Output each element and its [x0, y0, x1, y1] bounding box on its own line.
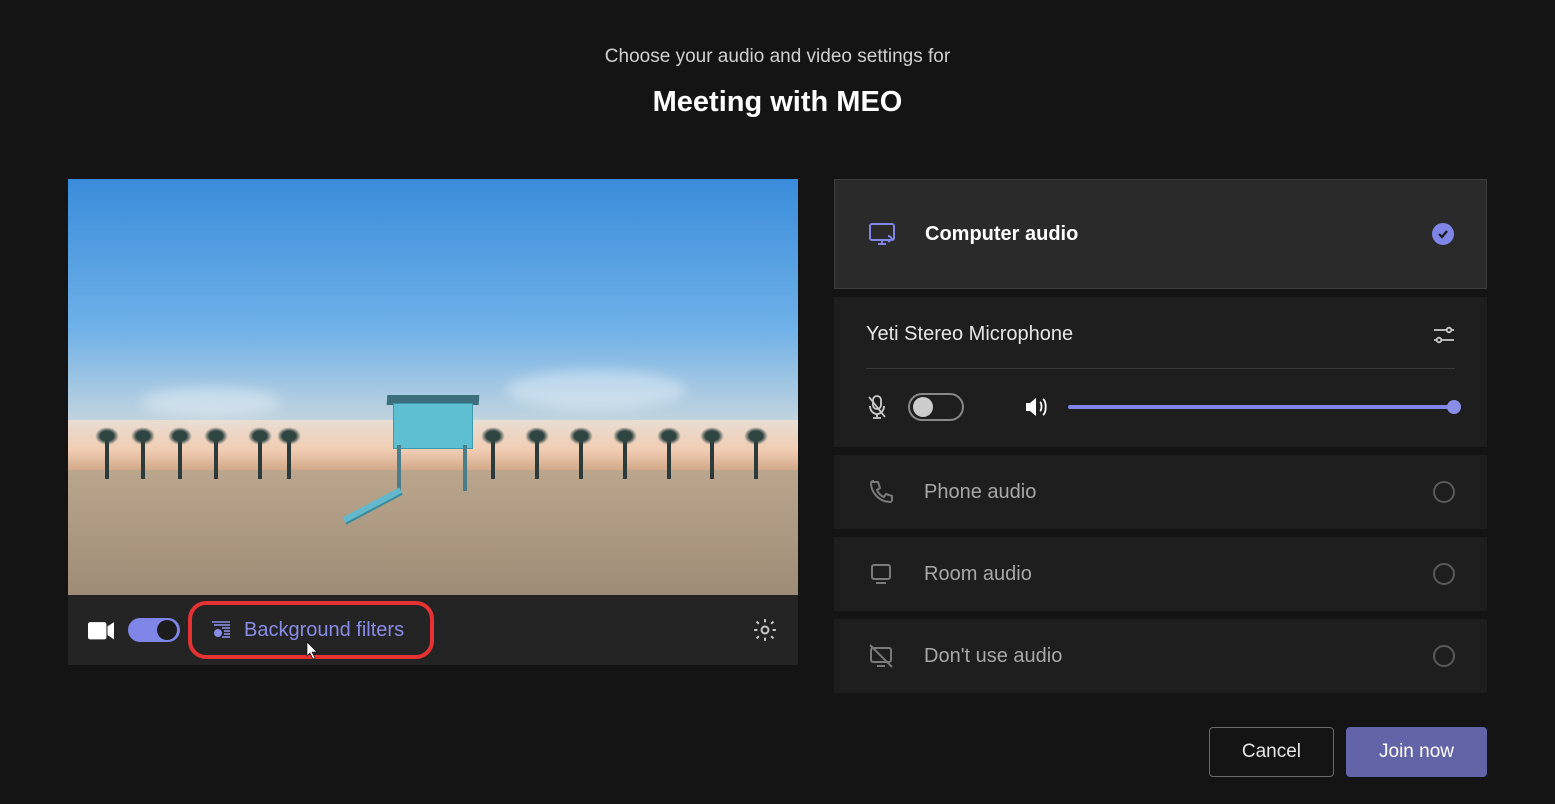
- audio-option-label: Phone audio: [924, 481, 1405, 504]
- radio-unselected-icon: [1433, 645, 1455, 667]
- join-now-button[interactable]: Join now: [1346, 727, 1487, 777]
- audio-option-room[interactable]: Room audio: [834, 537, 1487, 611]
- cancel-button[interactable]: Cancel: [1209, 727, 1334, 777]
- audio-device-row[interactable]: Yeti Stereo Microphone: [866, 323, 1455, 369]
- video-preview: [68, 179, 798, 595]
- speaker-icon: [1024, 396, 1048, 418]
- audio-device-name: Yeti Stereo Microphone: [866, 323, 1073, 346]
- camera-icon: [88, 621, 114, 639]
- lifeguard-tower: [367, 383, 487, 491]
- phone-audio-icon: [866, 477, 896, 507]
- video-panel: Background filters: [68, 179, 798, 665]
- computer-audio-icon: [867, 219, 897, 249]
- camera-toggle[interactable]: [128, 618, 180, 642]
- header-subtitle: Choose your audio and video settings for: [0, 46, 1555, 68]
- header: Choose your audio and video settings for…: [0, 0, 1555, 119]
- audio-option-label: Computer audio: [925, 223, 1404, 246]
- volume-slider[interactable]: [1068, 405, 1455, 409]
- video-settings-button[interactable]: [752, 617, 778, 643]
- audio-option-label: Room audio: [924, 563, 1405, 586]
- background-filters-button[interactable]: Background filters: [188, 601, 434, 659]
- main-content: Background filters Computer audio Yeti S…: [0, 179, 1555, 693]
- footer: Cancel Join now: [0, 699, 1555, 777]
- radio-unselected-icon: [1433, 563, 1455, 585]
- no-audio-icon: [866, 641, 896, 671]
- device-settings-icon: [1433, 325, 1455, 345]
- radio-selected-icon: [1432, 223, 1454, 245]
- cursor-pointer-icon: [304, 641, 320, 666]
- audio-controls-row: [866, 393, 1455, 421]
- audio-device-block: Yeti Stereo Microphone: [834, 297, 1487, 447]
- audio-option-computer[interactable]: Computer audio: [834, 179, 1487, 289]
- audio-panel: Computer audio Yeti Stereo Microphone: [834, 179, 1487, 693]
- mic-toggle[interactable]: [908, 393, 964, 421]
- room-audio-icon: [866, 559, 896, 589]
- video-toolbar: Background filters: [68, 595, 798, 665]
- background-filters-label: Background filters: [244, 619, 404, 642]
- audio-option-none[interactable]: Don't use audio: [834, 619, 1487, 693]
- mic-muted-icon: [866, 394, 888, 420]
- audio-option-label: Don't use audio: [924, 645, 1405, 668]
- audio-option-phone[interactable]: Phone audio: [834, 455, 1487, 529]
- background-filters-icon: [210, 620, 232, 640]
- meeting-title: Meeting with MEO: [0, 86, 1555, 119]
- radio-unselected-icon: [1433, 481, 1455, 503]
